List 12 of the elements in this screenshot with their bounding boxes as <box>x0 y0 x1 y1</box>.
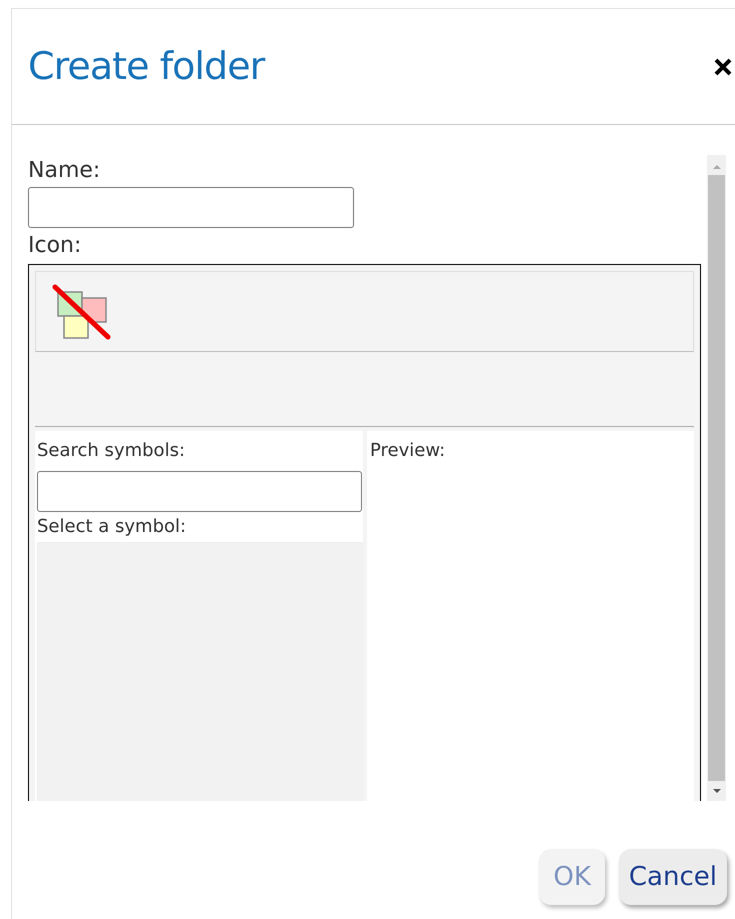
dialog-button[interactable]: Cancel <box>618 849 727 905</box>
select-symbol-label: Select a symbol: <box>37 515 188 539</box>
dialog-title: Create folder <box>28 43 264 90</box>
icon-label: Icon: <box>28 232 82 260</box>
search-symbols-label: Search symbols: <box>37 439 186 463</box>
preview-label: Preview: <box>370 439 446 463</box>
search-field[interactable] <box>37 471 362 512</box>
name-label: Name: <box>28 157 102 185</box>
name-field[interactable] <box>28 187 354 228</box>
close-icon[interactable] <box>713 56 733 76</box>
no-icon-icon[interactable] <box>52 284 112 340</box>
scrollbar[interactable] <box>707 155 726 801</box>
